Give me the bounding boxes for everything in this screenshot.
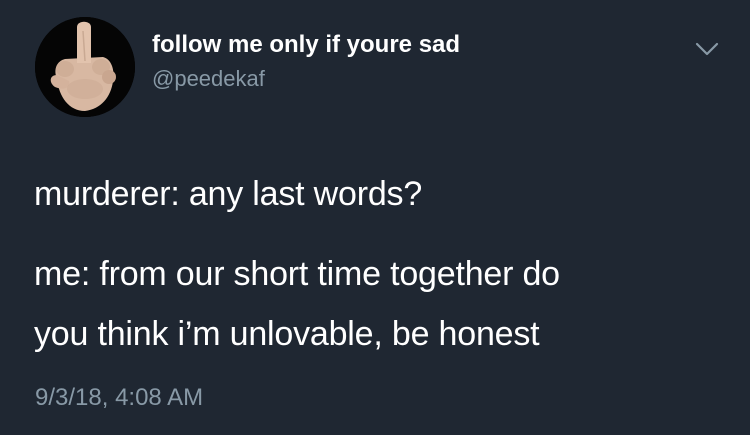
tweet-text-line: you think i’m unlovable, be honest	[34, 315, 540, 353]
avatar[interactable]	[35, 17, 135, 117]
middle-finger-hand-icon	[35, 17, 135, 117]
tweet-text-line: me: from our short time together do	[34, 255, 560, 293]
chevron-down-icon[interactable]	[693, 37, 721, 61]
tweet-card: follow me only if youre sad @peedekaf mu…	[0, 0, 750, 435]
tweet-timestamp[interactable]: 9/3/18, 4:08 AM	[35, 384, 203, 412]
user-handle[interactable]: @peedekaf	[152, 66, 265, 92]
display-name[interactable]: follow me only if youre sad	[152, 31, 460, 59]
tweet-text-line: murderer: any last words?	[34, 175, 423, 213]
